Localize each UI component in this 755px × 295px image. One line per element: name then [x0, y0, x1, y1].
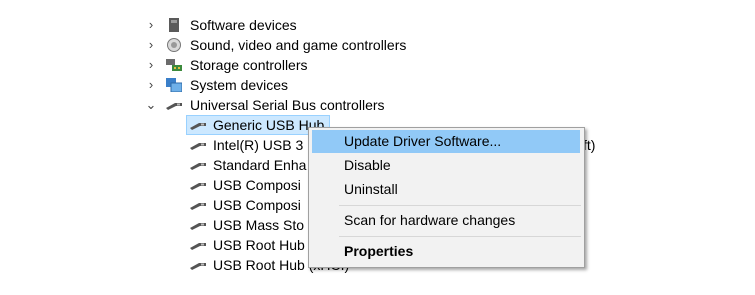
usb-plug-icon [190, 183, 206, 190]
menu-item-properties[interactable]: Properties [312, 240, 580, 263]
tree-item-label: Intel(R) USB 3 [213, 137, 304, 153]
tree-item-software-devices[interactable]: › Software devices [0, 15, 755, 35]
menu-item-scan-hardware[interactable]: Scan for hardware changes [312, 209, 580, 232]
tree-item-label: USB Root Hub [213, 237, 305, 253]
tree-item-usb-controllers[interactable]: ⌄ Universal Serial Bus controllers [0, 95, 755, 115]
menu-item-label: Uninstall [344, 181, 398, 197]
context-menu: Update Driver Software... Disable Uninst… [308, 127, 585, 268]
usb-plug-icon [190, 123, 206, 130]
chevron-right-icon[interactable]: › [145, 75, 157, 95]
usb-plug-icon [190, 263, 206, 270]
tree-item-label: Software devices [190, 17, 297, 33]
storage-controller-icon [166, 59, 182, 71]
tree-item-sound-video[interactable]: › Sound, video and game controllers [0, 35, 755, 55]
menu-item-label: Disable [344, 157, 391, 173]
tree-item-label: Sound, video and game controllers [190, 37, 407, 53]
tree-item-storage-controllers[interactable]: › Storage controllers [0, 55, 755, 75]
tree-item-label: Standard Enha [213, 157, 307, 173]
menu-item-label: Properties [344, 243, 414, 259]
tree-item-label: System devices [190, 77, 289, 93]
tree-item-label: USB Composi [213, 197, 301, 213]
tree-item-label: Universal Serial Bus controllers [190, 97, 385, 113]
menu-separator [339, 236, 581, 237]
usb-plug-icon [190, 243, 206, 250]
usb-plug-icon [190, 163, 206, 170]
chevron-right-icon[interactable]: › [145, 15, 157, 35]
chevron-right-icon[interactable]: › [145, 55, 157, 75]
tree-item-label: USB Mass Sto [213, 217, 305, 233]
software-device-icon [169, 18, 179, 32]
system-device-icon [166, 78, 182, 92]
menu-item-uninstall[interactable]: Uninstall [312, 178, 580, 201]
chevron-down-icon[interactable]: ⌄ [145, 95, 157, 115]
tree-item-system-devices[interactable]: › System devices [0, 75, 755, 95]
usb-plug-icon [190, 143, 206, 150]
menu-item-update-driver[interactable]: Update Driver Software... [312, 130, 580, 153]
tree-item-label: Storage controllers [190, 57, 308, 73]
chevron-right-icon[interactable]: › [145, 35, 157, 55]
usb-icon [166, 103, 182, 110]
menu-item-label: Update Driver Software... [344, 133, 502, 149]
menu-item-disable[interactable]: Disable [312, 154, 580, 177]
menu-item-label: Scan for hardware changes [344, 212, 516, 228]
speaker-icon [167, 38, 181, 52]
menu-separator [339, 205, 581, 206]
usb-plug-icon [190, 203, 206, 210]
tree-item-label: USB Composi [213, 177, 301, 193]
usb-plug-icon [190, 223, 206, 230]
